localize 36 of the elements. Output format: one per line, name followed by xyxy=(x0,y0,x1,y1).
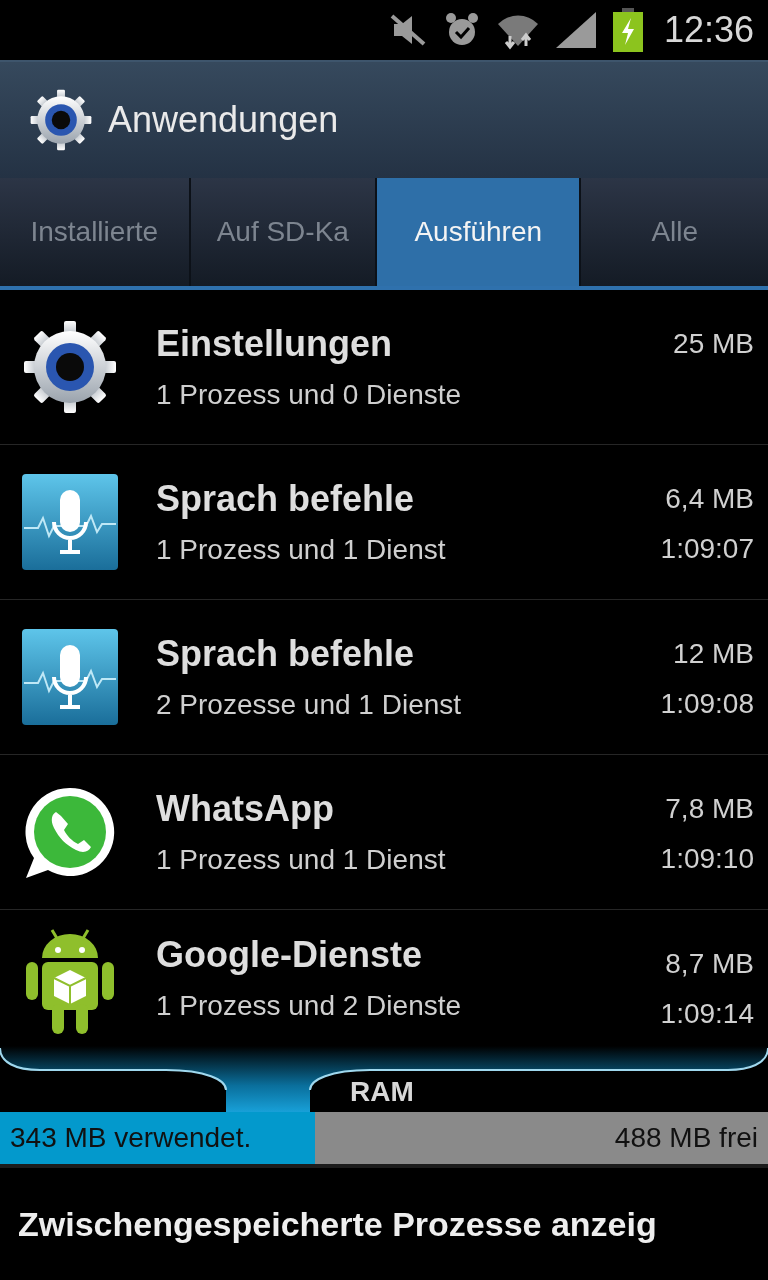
app-name: WhatsApp xyxy=(156,788,335,830)
process-count: 2 Prozesse und 1 Dienst xyxy=(156,689,463,721)
memory-size: 6,4 MB xyxy=(665,483,754,515)
status-time: 12:36 xyxy=(663,9,754,51)
used-memory: 343 MB verwendet. xyxy=(10,1122,252,1154)
app-row[interactable]: WhatsApp 1 Prozess und 1 Dienst 7,8 MB 1:09:10 xyxy=(0,755,768,910)
process-count: 1 Prozess und 0 Dienste xyxy=(156,379,463,411)
run-time: 1:09:10 xyxy=(660,843,754,875)
process-count: 1 Prozess und 1 Dienst xyxy=(156,844,447,876)
gear-icon xyxy=(28,87,94,153)
run-time: 1:09:14 xyxy=(660,998,754,1030)
battery-icon xyxy=(611,8,644,52)
tab[interactable]: Installierte xyxy=(0,178,191,286)
app-name: Sprach befehle xyxy=(156,633,416,675)
app-row[interactable]: Sprach befehle 1 Prozess und 1 Dienst 6,4 MB 1:09:07 xyxy=(0,445,768,600)
process-count: 1 Prozess und 1 Dienst xyxy=(156,534,447,566)
microphone-icon xyxy=(20,472,120,572)
memory-size: 8,7 MB xyxy=(665,948,754,980)
app-row[interactable]: Einstellungen 1 Prozess und 0 Dienste 25 MB xyxy=(0,290,768,445)
app-row[interactable]: Google-Dienste 1 Prozess und 2 Dienste 8,7 MB 1:09:14 xyxy=(0,910,768,1046)
tab[interactable]: Ausführen xyxy=(377,178,582,286)
run-time: 1:09:07 xyxy=(660,533,754,565)
app-name: Einstellungen xyxy=(156,323,394,365)
tab[interactable]: Alle xyxy=(581,178,768,286)
memory-size: 12 MB xyxy=(673,638,754,670)
app-name: Sprach befehle xyxy=(156,478,416,520)
screen-title: Anwendungen xyxy=(108,99,339,141)
app-row[interactable]: Sprach befehle 2 Prozesse und 1 Dienst 12 MB 1:09:08 xyxy=(0,600,768,755)
memory-size: 7,8 MB xyxy=(665,793,754,825)
ram-label: RAM xyxy=(350,1076,414,1108)
microphone-icon xyxy=(20,627,120,727)
app-name: Google-Dienste xyxy=(156,934,424,976)
process-count: 1 Prozess und 2 Dienste xyxy=(156,990,463,1022)
memory-size: 25 MB xyxy=(673,328,754,360)
free-memory: 488 MB frei xyxy=(614,1122,758,1154)
run-time: 1:09:08 xyxy=(660,688,754,720)
